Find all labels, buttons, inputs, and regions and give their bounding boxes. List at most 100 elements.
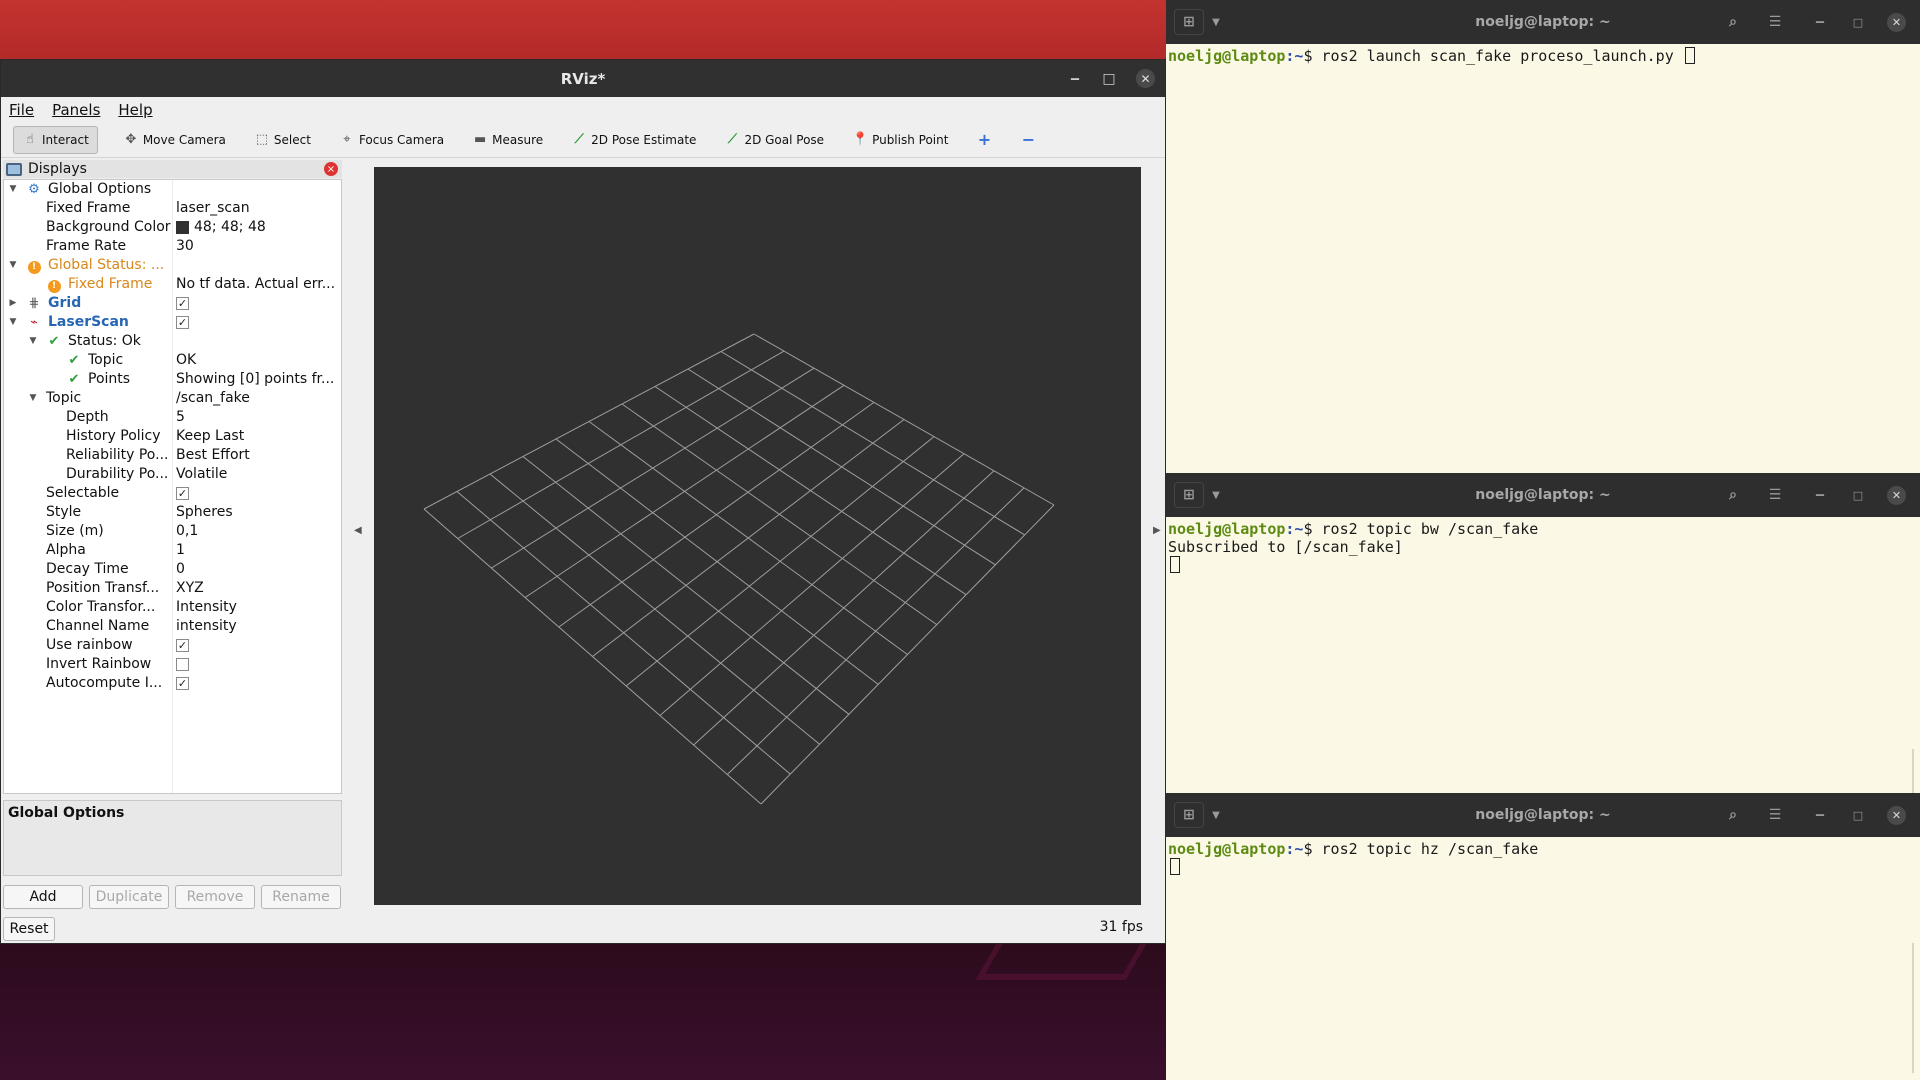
laserscan-checkbox[interactable]: ✓ — [176, 316, 189, 329]
row-value[interactable]: Spheres — [176, 503, 338, 522]
expand-arrow-icon[interactable]: ▼ — [8, 313, 18, 332]
terminal-output[interactable]: noeljg@laptop:~$ ros2 launch scan_fake p… — [1166, 44, 1920, 68]
rviz-titlebar[interactable]: RViz* ‒ □ ✕ — [1, 60, 1165, 97]
grid-checkbox[interactable]: ✓ — [176, 297, 189, 310]
terminal-window-2[interactable]: ⊞ ▼ noeljg@laptop: ~ ⌕ ☰ ‒ □ ✕ noeljg@la… — [1166, 473, 1920, 793]
maximize-icon[interactable]: □ — [1848, 9, 1868, 35]
remove-tool-button[interactable]: − — [1017, 126, 1039, 154]
add-button[interactable]: Add — [3, 885, 83, 909]
terminal-output[interactable]: noeljg@laptop:~$ ros2 topic hz /scan_fak… — [1166, 837, 1920, 879]
menu-file[interactable]: File — [9, 101, 34, 119]
tree-row-reliability-policy[interactable]: Reliability Po... Best Effort — [4, 446, 341, 465]
tree-row-status-points[interactable]: ✔ Points Showing [0] points fr... — [4, 370, 341, 389]
row-value[interactable]: 48; 48; 48 — [176, 218, 338, 237]
tree-row-grid[interactable]: ▶ ⋕ Grid ✓ — [4, 294, 341, 313]
row-value[interactable]: Volatile — [176, 465, 338, 484]
invert-rainbow-checkbox[interactable] — [176, 658, 189, 671]
collapse-right-icon[interactable]: ▶ — [1153, 525, 1161, 536]
menu-help[interactable]: Help — [118, 101, 152, 119]
tree-row-position-transformer[interactable]: Position Transf... XYZ — [4, 579, 341, 598]
terminal-window-3[interactable]: ⊞ ▼ noeljg@laptop: ~ ⌕ ☰ ‒ □ ✕ noeljg@la… — [1166, 793, 1920, 1080]
expand-arrow-icon[interactable]: ▼ — [28, 332, 38, 351]
row-value[interactable]: 0 — [176, 560, 338, 579]
row-value[interactable]: 5 — [176, 408, 338, 427]
tool-move-camera[interactable]: ✥ Move Camera — [120, 126, 229, 154]
hamburger-menu-icon[interactable]: ☰ — [1760, 482, 1790, 508]
row-value[interactable]: Keep Last — [176, 427, 338, 446]
tool-measure[interactable]: ▬ Measure — [469, 126, 546, 154]
maximize-icon[interactable]: □ — [1848, 482, 1868, 508]
tool-2d-goal-pose[interactable]: ⟋ 2D Goal Pose — [721, 126, 827, 154]
row-value[interactable]: XYZ — [176, 579, 338, 598]
tree-row-global-options[interactable]: ▼ ⚙ Global Options — [4, 180, 341, 199]
hamburger-menu-icon[interactable]: ☰ — [1760, 802, 1790, 828]
hamburger-menu-icon[interactable]: ☰ — [1760, 9, 1790, 35]
tree-row-size[interactable]: Size (m) 0,1 — [4, 522, 341, 541]
dropdown-icon[interactable]: ▼ — [1206, 9, 1226, 35]
autocompute-checkbox[interactable]: ✓ — [176, 677, 189, 690]
tree-row-global-status[interactable]: ▼ ! Global Status: ... — [4, 256, 341, 275]
close-icon[interactable]: ✕ — [1887, 806, 1906, 825]
maximize-icon[interactable]: □ — [1099, 60, 1119, 97]
tree-row-fixed-frame[interactable]: Fixed Frame laser_scan — [4, 199, 341, 218]
minimize-icon[interactable]: ‒ — [1810, 482, 1830, 508]
tool-2d-pose-estimate[interactable]: ⟋ 2D Pose Estimate — [568, 126, 699, 154]
minimize-icon[interactable]: ‒ — [1810, 802, 1830, 828]
search-icon[interactable]: ⌕ — [1718, 802, 1748, 828]
tree-row-invert-rainbow[interactable]: Invert Rainbow — [4, 655, 341, 674]
tree-row-autocompute-intensity[interactable]: Autocompute I... ✓ — [4, 674, 341, 693]
tool-publish-point[interactable]: 📍 Publish Point — [849, 126, 951, 154]
tree-row-style[interactable]: Style Spheres — [4, 503, 341, 522]
tree-row-history-policy[interactable]: History Policy Keep Last — [4, 427, 341, 446]
menu-panels[interactable]: Panels — [52, 101, 100, 119]
tree-row-channel-name[interactable]: Channel Name intensity — [4, 617, 341, 636]
row-value[interactable]: intensity — [176, 617, 338, 636]
tree-row-decay-time[interactable]: Decay Time 0 — [4, 560, 341, 579]
terminal-titlebar[interactable]: ⊞ ▼ noeljg@laptop: ~ ⌕ ☰ ‒ □ ✕ — [1166, 0, 1920, 44]
scrollbar[interactable] — [1912, 749, 1914, 793]
row-value[interactable]: 0,1 — [176, 522, 338, 541]
row-value[interactable]: Best Effort — [176, 446, 338, 465]
tree-row-selectable[interactable]: Selectable ✓ — [4, 484, 341, 503]
tree-row-status-ok[interactable]: ▼ ✔ Status: Ok — [4, 332, 341, 351]
tool-interact[interactable]: ☝ Interact — [13, 125, 98, 154]
collapse-arrow-icon[interactable]: ▶ — [8, 294, 18, 313]
new-tab-icon[interactable]: ⊞ — [1174, 9, 1204, 35]
panel-close-icon[interactable]: × — [324, 162, 338, 176]
minimize-icon[interactable]: ‒ — [1065, 60, 1085, 97]
rename-button[interactable]: Rename — [261, 885, 341, 909]
collapse-left-icon[interactable]: ◀ — [354, 525, 362, 536]
scrollbar[interactable] — [1912, 943, 1914, 1073]
tree-row-status-topic[interactable]: ✔ Topic OK — [4, 351, 341, 370]
remove-button[interactable]: Remove — [175, 885, 255, 909]
tree-row-frame-rate[interactable]: Frame Rate 30 — [4, 237, 341, 256]
tool-select[interactable]: ⬚ Select — [251, 126, 314, 154]
search-icon[interactable]: ⌕ — [1718, 9, 1748, 35]
dropdown-icon[interactable]: ▼ — [1206, 802, 1226, 828]
close-icon[interactable]: ✕ — [1136, 69, 1155, 88]
add-tool-button[interactable]: + — [973, 126, 995, 154]
tree-row-alpha[interactable]: Alpha 1 — [4, 541, 341, 560]
new-tab-icon[interactable]: ⊞ — [1174, 482, 1204, 508]
tree-row-laserscan[interactable]: ▼ ⌁ LaserScan ✓ — [4, 313, 341, 332]
row-value[interactable]: laser_scan — [176, 199, 338, 218]
tree-row-durability-policy[interactable]: Durability Po... Volatile — [4, 465, 341, 484]
terminal-titlebar[interactable]: ⊞ ▼ noeljg@laptop: ~ ⌕ ☰ ‒ □ ✕ — [1166, 473, 1920, 517]
duplicate-button[interactable]: Duplicate — [89, 885, 169, 909]
terminal-titlebar[interactable]: ⊞ ▼ noeljg@laptop: ~ ⌕ ☰ ‒ □ ✕ — [1166, 793, 1920, 837]
search-icon[interactable]: ⌕ — [1718, 482, 1748, 508]
dropdown-icon[interactable]: ▼ — [1206, 482, 1226, 508]
3d-viewport[interactable] — [374, 167, 1141, 905]
tree-row-topic[interactable]: ▼ Topic /scan_fake — [4, 389, 341, 408]
close-icon[interactable]: ✕ — [1887, 13, 1906, 32]
tree-row-status-fixed-frame[interactable]: ! Fixed Frame No tf data. Actual err... — [4, 275, 341, 294]
minimize-icon[interactable]: ‒ — [1810, 9, 1830, 35]
tree-row-use-rainbow[interactable]: Use rainbow ✓ — [4, 636, 341, 655]
tool-focus-camera[interactable]: ⌖ Focus Camera — [336, 126, 447, 154]
terminal-window-1[interactable]: ⊞ ▼ noeljg@laptop: ~ ⌕ ☰ ‒ □ ✕ noeljg@la… — [1166, 0, 1920, 473]
expand-arrow-icon[interactable]: ▼ — [8, 180, 18, 199]
new-tab-icon[interactable]: ⊞ — [1174, 802, 1204, 828]
tree-row-background-color[interactable]: Background Color 48; 48; 48 — [4, 218, 341, 237]
close-icon[interactable]: ✕ — [1887, 486, 1906, 505]
tree-row-depth[interactable]: Depth 5 — [4, 408, 341, 427]
